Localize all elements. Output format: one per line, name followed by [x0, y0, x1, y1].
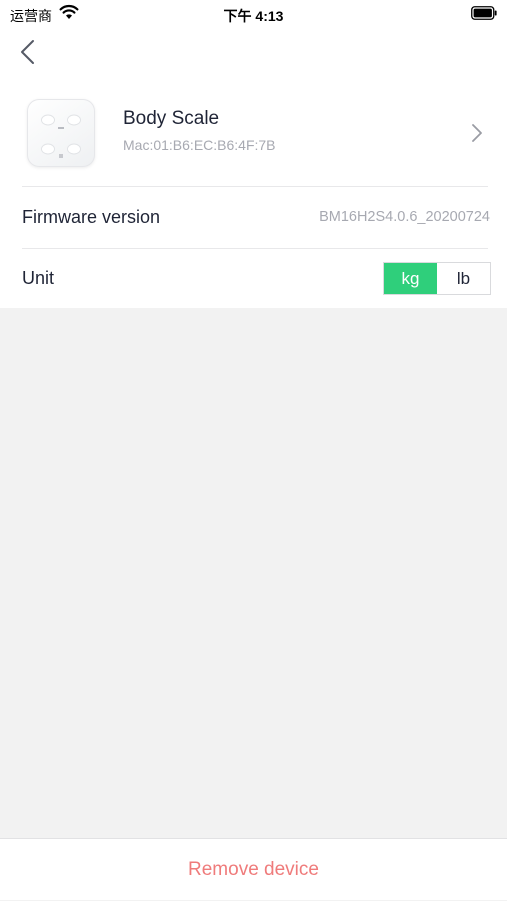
- chevron-right-icon: [472, 124, 482, 142]
- body-scale-image: [41, 114, 81, 158]
- status-bar: 运营商 下午 4:13: [0, 0, 507, 30]
- footer-bar: Remove device: [0, 838, 507, 900]
- divider: [22, 248, 488, 249]
- battery-icon: [471, 6, 497, 20]
- unit-option-kg[interactable]: kg: [384, 263, 437, 294]
- divider: [22, 186, 488, 187]
- back-button[interactable]: [14, 37, 42, 67]
- unit-label: Unit: [22, 268, 55, 288]
- body-scale-icon: [27, 99, 95, 167]
- status-time: 下午 4:13: [223, 8, 284, 24]
- unit-toggle: kg lb: [383, 262, 491, 295]
- unit-option-lb[interactable]: lb: [437, 263, 490, 294]
- device-name: Body Scale: [123, 108, 220, 129]
- firmware-version-value: BM16H2S4.0.6_20200724: [319, 209, 490, 225]
- remove-device-button[interactable]: Remove device: [0, 839, 507, 901]
- settings-panel: 运营商 下午 4:13 Body Scale Mac:01:B6:EC:B6:4…: [0, 0, 507, 308]
- device-info-row[interactable]: Body Scale Mac:01:B6:EC:B6:4F:7B: [0, 95, 507, 171]
- firmware-version-label: Firmware version: [22, 207, 161, 227]
- device-mac-address: Mac:01:B6:EC:B6:4F:7B: [123, 137, 276, 153]
